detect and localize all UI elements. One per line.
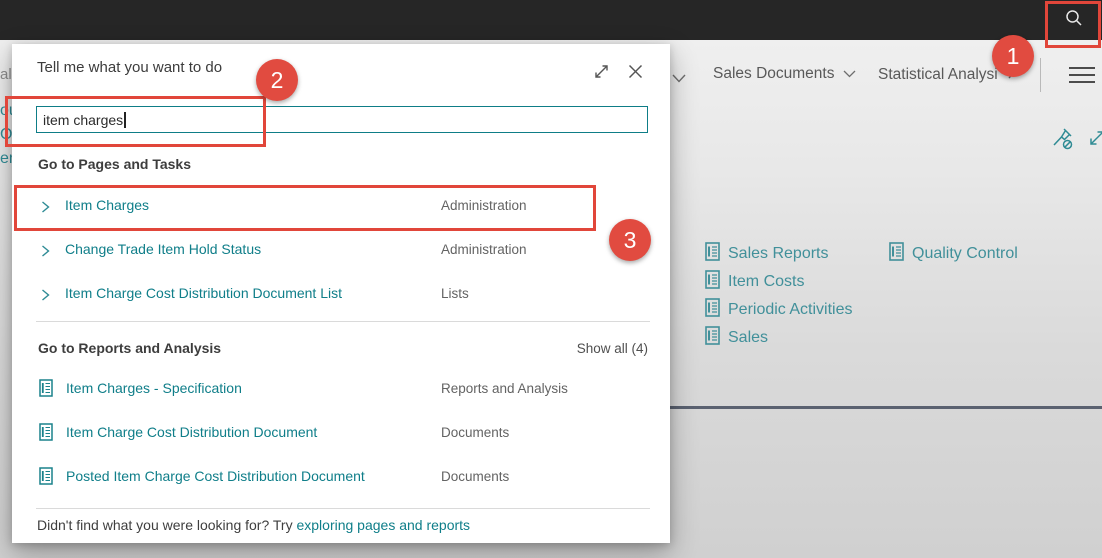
chevron-right-icon xyxy=(40,288,51,306)
bg-link-label: Periodic Activities xyxy=(728,301,853,319)
result-category: Documents xyxy=(441,425,509,440)
chevron-down-icon xyxy=(672,70,686,88)
hamburger-menu-icon[interactable] xyxy=(1069,66,1095,84)
annotation-box-1 xyxy=(1045,1,1101,48)
result-label: Item Charges - Specification xyxy=(66,380,242,396)
bg-link-quality-control[interactable]: Quality Control xyxy=(889,242,1018,266)
report-icon xyxy=(39,379,53,402)
report-icon xyxy=(705,298,720,322)
section-header-reports-and-analysis: Go to Reports and Analysis xyxy=(38,340,221,356)
chevron-down-icon xyxy=(843,65,856,83)
section-header-pages-and-tasks: Go to Pages and Tasks xyxy=(38,156,191,172)
section-divider xyxy=(36,321,650,322)
show-all-link[interactable]: Show all (4) xyxy=(577,341,648,356)
close-dialog-button[interactable] xyxy=(623,62,647,86)
result-category: Documents xyxy=(441,469,509,484)
result-label: Change Trade Item Hold Status xyxy=(65,241,261,257)
annotation-step-3: 3 xyxy=(609,219,651,261)
explore-pages-reports-link[interactable]: exploring pages and reports xyxy=(296,517,470,533)
result-category: Lists xyxy=(441,286,469,301)
expand-dialog-button[interactable] xyxy=(589,62,613,86)
footer-divider xyxy=(36,508,650,509)
top-bar xyxy=(0,0,1102,40)
result-row-change-trade-item-hold-status[interactable]: Change Trade Item Hold Status Administra… xyxy=(38,238,650,262)
bg-link-periodic-activities[interactable]: Periodic Activities xyxy=(705,298,853,322)
unpin-icon[interactable] xyxy=(1050,126,1076,157)
result-label: Item Charge Cost Distribution Document xyxy=(66,424,317,440)
dialog-footer: Didn't find what you were looking for? T… xyxy=(37,517,470,533)
report-icon xyxy=(705,326,720,350)
bg-section-divider xyxy=(670,406,1102,409)
close-icon xyxy=(628,64,643,84)
report-icon xyxy=(889,242,904,266)
result-row-posted-item-charge-cost-distribution-document[interactable]: Posted Item Charge Cost Distribution Doc… xyxy=(38,465,650,489)
nav-item-sales-documents[interactable]: Sales Documents xyxy=(713,65,856,83)
annotation-box-3 xyxy=(14,185,596,231)
bg-link-label: Sales Reports xyxy=(728,245,829,263)
result-row-item-charge-cost-distribution-document-list[interactable]: Item Charge Cost Distribution Document L… xyxy=(38,282,650,306)
bg-link-sales[interactable]: Sales xyxy=(705,326,768,350)
bg-link-label: Item Costs xyxy=(728,273,804,291)
result-category: Administration xyxy=(441,242,527,257)
nav-item-label: Sales Documents xyxy=(713,65,834,83)
report-icon xyxy=(705,270,720,294)
result-label: Item Charge Cost Distribution Document L… xyxy=(65,285,342,301)
annotation-step-2: 2 xyxy=(256,59,298,101)
expand-icon xyxy=(593,63,610,85)
result-row-item-charges-specification[interactable]: Item Charges - Specification Reports and… xyxy=(38,377,650,401)
annotation-box-2 xyxy=(5,96,266,147)
bg-link-sales-reports[interactable]: Sales Reports xyxy=(705,242,829,266)
bg-link-label: Quality Control xyxy=(912,245,1018,263)
chevron-right-icon xyxy=(40,244,51,262)
bg-link-item-costs[interactable]: Item Costs xyxy=(705,270,804,294)
expand-icon[interactable] xyxy=(1087,128,1102,153)
bg-link-label: Sales xyxy=(728,329,768,347)
nav-divider xyxy=(1040,58,1041,92)
footer-text: Didn't find what you were looking for? T… xyxy=(37,517,296,533)
result-label: Posted Item Charge Cost Distribution Doc… xyxy=(66,468,365,484)
result-row-item-charge-cost-distribution-document[interactable]: Item Charge Cost Distribution Document D… xyxy=(38,421,650,445)
report-icon xyxy=(39,423,53,446)
annotation-step-1: 1 xyxy=(992,35,1034,77)
screen: ali ou Op em Sales Documents Statistical… xyxy=(0,0,1102,558)
dialog-title: Tell me what you want to do xyxy=(37,59,222,76)
result-category: Reports and Analysis xyxy=(441,381,568,396)
report-icon xyxy=(705,242,720,266)
report-icon xyxy=(39,467,53,490)
nav-item-label: Statistical Analysi xyxy=(878,66,998,84)
